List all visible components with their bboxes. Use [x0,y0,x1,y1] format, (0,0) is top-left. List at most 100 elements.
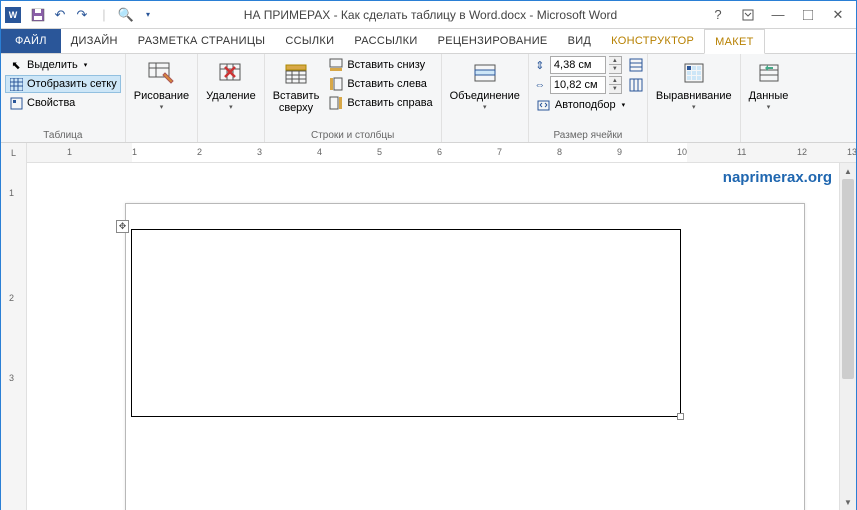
ruler-area: L 112345678910111213 [1,143,856,163]
scrollbar-thumb[interactable] [842,179,854,379]
ruler-mark: 12 [797,147,807,157]
redo-icon[interactable]: ↷ [73,6,91,24]
table-move-handle-icon[interactable]: ✥ [116,220,129,233]
tab-design[interactable]: ДИЗАЙН [61,29,128,53]
ruler-mark: 11 [737,147,746,157]
insert-below-button[interactable]: Вставить снизу [325,56,436,74]
row-height-input[interactable]: 4,38 см [550,56,606,74]
row-height-icon: ⇕ [533,58,547,72]
ruler-mark: 8 [557,147,562,157]
table-cell[interactable] [131,229,681,417]
group-rows-columns: Вставить сверху Вставить снизу Вставить … [265,54,442,142]
draw-table-icon [146,58,176,88]
col-width-input[interactable]: 10,82 см [550,76,606,94]
delete-button[interactable]: Удаление ▾ [202,56,260,113]
row-height-spinner[interactable]: ▲▼ [609,56,622,74]
insert-above-button[interactable]: Вставить сверху [269,56,324,116]
table-resize-handle[interactable] [677,413,684,420]
vertical-scrollbar[interactable]: ▲ ▼ [839,163,856,510]
properties-button[interactable]: Свойства [5,94,121,112]
col-width-spinner[interactable]: ▲▼ [609,76,622,94]
ruler-mark: 4 [317,147,322,157]
tab-page-layout[interactable]: РАЗМЕТКА СТРАНИЦЫ [128,29,276,53]
qat-dropdown-icon[interactable]: ▾ [139,6,157,24]
ribbon: ⬉ Выделить ▾ Отобразить сетку Свойства Таб… [1,54,856,143]
close-icon[interactable]: ✕ [828,5,848,25]
window-title: НА ПРИМЕРАХ - Как сделать таблицу в Word… [161,8,700,22]
chevron-down-icon: ▾ [767,103,771,111]
undo-icon[interactable]: ↶ [51,6,69,24]
document-area[interactable]: naprimerax.org ✥ ▲ ▼ [27,163,856,510]
group-delete: Удаление ▾ [198,54,265,142]
delete-table-icon [216,58,246,88]
chevron-down-icon: ▾ [483,103,487,111]
scroll-up-icon[interactable]: ▲ [840,163,856,179]
zoom-icon[interactable]: 🔍 [117,6,135,24]
ruler-mark: 10 [677,147,687,157]
group-rows-cols-label: Строки и столбцы [269,128,437,142]
insert-left-button[interactable]: Вставить слева [325,75,436,93]
vertical-ruler[interactable]: 123 [1,163,27,510]
merge-icon [470,58,500,88]
view-gridlines-button[interactable]: Отобразить сетку [5,75,121,93]
qat-separator: | [95,6,113,24]
group-alignment: Выравнивание ▾ [648,54,741,142]
insert-left-icon [329,77,343,91]
ribbon-options-icon[interactable] [738,5,758,25]
delete-label: Удаление [206,90,256,102]
autofit-icon [537,98,551,112]
gridlines-label: Отобразить сетку [27,78,117,90]
autofit-button[interactable]: Автоподбор▾ [533,96,643,114]
group-table-label: Таблица [5,128,121,142]
merge-button[interactable]: Объединение ▾ [446,56,524,113]
tab-mailings[interactable]: РАССЫЛКИ [344,29,427,53]
ribbon-tabs: ФАЙЛ ДИЗАЙН РАЗМЕТКА СТРАНИЦЫ ССЫЛКИ РАС… [1,29,856,54]
pointer-icon: ⬉ [9,58,23,72]
group-draw: Рисование ▾ [126,54,198,142]
alignment-icon [679,58,709,88]
insert-right-button[interactable]: Вставить справа [325,94,436,112]
distribute-rows-icon[interactable] [629,58,643,72]
alignment-label: Выравнивание [656,90,732,102]
tab-file[interactable]: ФАЙЛ [1,29,61,53]
scroll-down-icon[interactable]: ▼ [840,494,856,510]
maximize-icon[interactable] [798,5,818,25]
tab-layout[interactable]: МАКЕТ [704,29,764,54]
tab-constructor[interactable]: КОНСТРУКТОР [601,29,704,53]
ruler-mark: 3 [257,147,262,157]
col-width-icon: ⇔ [533,78,547,92]
ruler-mark: 2 [9,293,14,303]
ruler-mark: 5 [377,147,382,157]
chevron-down-icon: ▾ [160,103,164,111]
distribute-cols-icon[interactable] [629,78,643,92]
tab-references[interactable]: ССЫЛКИ [275,29,344,53]
ruler-mark: 2 [197,147,202,157]
alignment-button[interactable]: Выравнивание ▾ [652,56,736,113]
draw-button[interactable]: Рисование ▾ [130,56,193,113]
ruler-mark: 3 [9,373,14,383]
horizontal-ruler[interactable]: 112345678910111213 [27,143,856,162]
save-icon[interactable] [29,6,47,24]
insert-above-icon [281,58,311,88]
help-icon[interactable]: ? [708,5,728,25]
ruler-mark: 9 [617,147,622,157]
select-label: Выделить [27,59,78,71]
ruler-mark: 6 [437,147,442,157]
group-cell-size-label: Размер ячейки [533,128,643,142]
group-cell-size: ⇕ 4,38 см ▲▼ ⇔ 10,82 см ▲▼ Автоподбор▾ Р… [529,54,648,142]
minimize-icon[interactable]: — [768,5,788,25]
tab-view[interactable]: ВИД [558,29,602,53]
ruler-tab-selector[interactable]: L [1,143,27,163]
ruler-mark: 7 [497,147,502,157]
tab-review[interactable]: РЕЦЕНЗИРОВАНИЕ [428,29,558,53]
insert-right-label: Вставить справа [347,97,432,109]
work-area: 123 naprimerax.org ✥ ▲ ▼ [1,163,856,510]
ruler-mark: 1 [132,147,137,157]
select-button[interactable]: ⬉Выделить▾ [5,56,121,74]
draw-label: Рисование [134,90,189,102]
word-app-icon: W [5,7,21,23]
window-controls: ? — ✕ [700,5,856,25]
data-button[interactable]: Данные ▾ [745,56,793,113]
autofit-label: Автоподбор [555,99,616,111]
quick-access-toolbar: ↶ ↷ | 🔍 ▾ [25,6,161,24]
